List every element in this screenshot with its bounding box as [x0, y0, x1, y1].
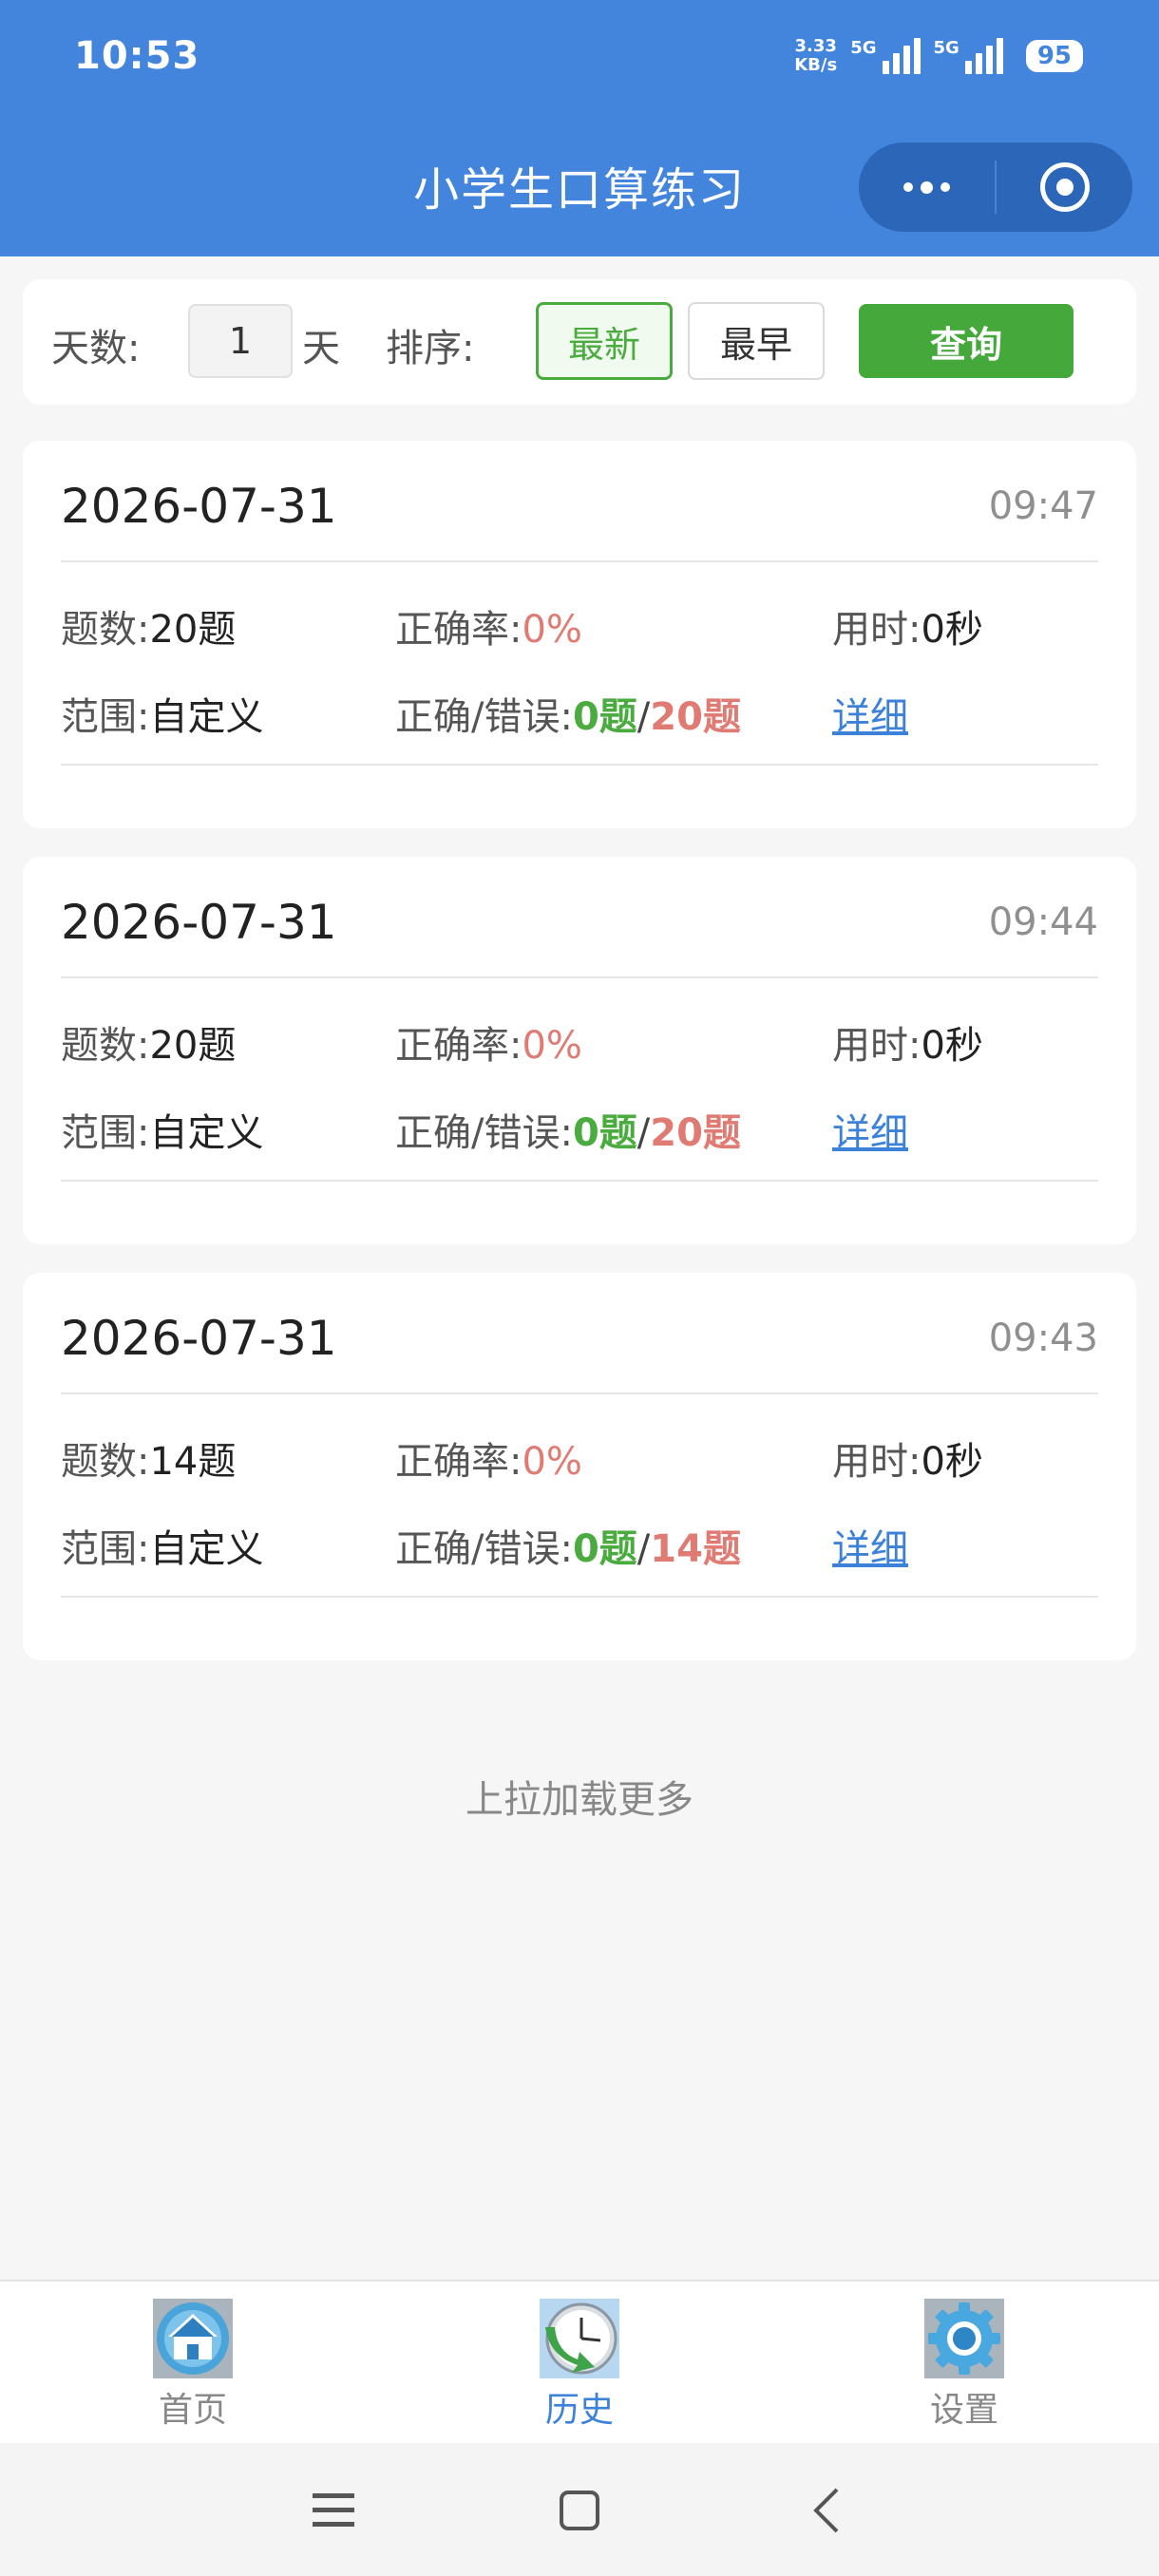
- tab-history[interactable]: 历史: [484, 2299, 674, 2432]
- query-button[interactable]: 查询: [859, 304, 1074, 378]
- tab-label-history: 历史: [544, 2391, 614, 2430]
- right-wrong: 正确/错误:0题/14题: [395, 1527, 741, 1571]
- tab-label-settings: 设置: [929, 2391, 998, 2430]
- right-wrong: 正确/错误:0题/20题: [395, 695, 741, 739]
- home-nav-button[interactable]: [546, 2477, 613, 2544]
- gear-icon: [924, 2299, 1004, 2378]
- record-date: 2026-07-31: [61, 895, 337, 950]
- tab-bar: 首页 历史 设置: [0, 2280, 1159, 2443]
- record-time: 09:47: [988, 484, 1098, 528]
- question-count: 题数:20题: [61, 608, 237, 652]
- battery-indicator: 95: [1025, 40, 1083, 72]
- right-wrong: 正确/错误:0题/20题: [395, 1111, 741, 1155]
- signal-icon: 5G: [850, 38, 921, 74]
- mini-program-capsule: [859, 142, 1132, 232]
- square-icon: [560, 2491, 599, 2530]
- detail-link[interactable]: 详细: [832, 686, 908, 741]
- days-unit: 天: [302, 327, 340, 370]
- scope: 范围:自定义: [61, 1527, 264, 1571]
- sim1-label: 5G: [850, 38, 877, 58]
- accuracy: 正确率:0%: [395, 1024, 582, 1068]
- duration: 用时:0秒: [832, 1440, 983, 1484]
- sort-newest-button[interactable]: 最新: [536, 302, 673, 380]
- detail-link[interactable]: 详细: [832, 1102, 908, 1157]
- menu-icon: [313, 2493, 354, 2527]
- record-card: 2026-07-31 09:47 题数:20题 正确率:0% 用时:0秒 范围:…: [23, 441, 1136, 828]
- network-speed: 3.33 KB/s: [794, 37, 837, 75]
- record-card: 2026-07-31 09:43 题数:14题 正确率:0% 用时:0秒 范围:…: [23, 1273, 1136, 1660]
- question-count: 题数:14题: [61, 1440, 237, 1484]
- signal-icon: 5G: [934, 38, 1003, 74]
- status-time: 10:53: [74, 34, 200, 78]
- sort-oldest-button[interactable]: 最早: [688, 302, 825, 380]
- accuracy: 正确率:0%: [395, 1440, 582, 1484]
- record-time: 09:44: [988, 900, 1098, 944]
- chevron-left-icon: [813, 2488, 839, 2533]
- scope: 范围:自定义: [61, 695, 264, 739]
- accuracy: 正确率:0%: [395, 608, 582, 652]
- network-speed-value: 3.33: [794, 36, 837, 56]
- close-mini-program-button[interactable]: [997, 142, 1132, 232]
- sim2-label: 5G: [933, 38, 960, 58]
- days-label: 天数:: [51, 327, 141, 370]
- app-header: 10:53 3.33 KB/s 5G 5G 95 小学生口算练习: [0, 0, 1159, 256]
- record-card: 2026-07-31 09:44 题数:20题 正确率:0% 用时:0秒 范围:…: [23, 857, 1136, 1244]
- tab-settings[interactable]: 设置: [869, 2299, 1059, 2432]
- days-input[interactable]: 1: [188, 304, 293, 378]
- scope: 范围:自定义: [61, 1111, 264, 1155]
- record-time: 09:43: [988, 1316, 1098, 1360]
- more-dots-icon: [903, 180, 950, 194]
- filter-bar: 天数: 1 天 排序: 最新 最早 查询: [23, 279, 1136, 405]
- more-menu-button[interactable]: [859, 142, 995, 232]
- duration: 用时:0秒: [832, 608, 983, 652]
- duration: 用时:0秒: [832, 1024, 983, 1068]
- menu-button[interactable]: [300, 2477, 367, 2544]
- tab-home[interactable]: 首页: [98, 2299, 288, 2432]
- tab-label-home: 首页: [158, 2391, 227, 2430]
- question-count: 题数:20题: [61, 1024, 237, 1068]
- clock-icon: [540, 2299, 619, 2378]
- target-circle-icon: [1039, 162, 1090, 212]
- detail-link[interactable]: 详细: [832, 1518, 908, 1573]
- record-date: 2026-07-31: [61, 479, 337, 534]
- system-nav-bar: [0, 2443, 1159, 2576]
- back-button[interactable]: [794, 2477, 861, 2544]
- record-date: 2026-07-31: [61, 1311, 337, 1366]
- sort-label: 排序:: [386, 327, 475, 370]
- status-icons: 3.33 KB/s 5G 5G 95: [794, 34, 1083, 78]
- network-speed-unit: KB/s: [794, 55, 838, 75]
- load-more-hint: 上拉加载更多: [466, 1778, 694, 1822]
- home-icon: [153, 2299, 233, 2378]
